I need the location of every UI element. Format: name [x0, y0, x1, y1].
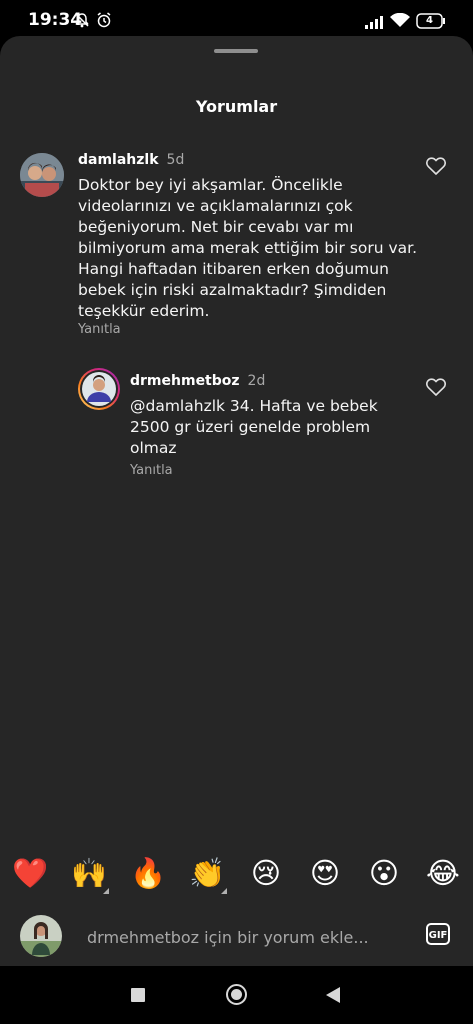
signal-icon [365, 14, 383, 33]
emoji-crying[interactable]: 😢 [248, 855, 284, 891]
gif-button[interactable]: GIF [426, 923, 450, 945]
avatar[interactable] [78, 368, 120, 410]
comment-text: Doktor bey iyi akşamlar. Öncelikle video… [78, 175, 418, 322]
comment-line: teşekkür ederim. [78, 302, 210, 320]
heart-icon[interactable] [426, 157, 446, 179]
username[interactable]: damlahzlk [78, 152, 159, 168]
skin-tone-indicator [221, 888, 227, 894]
comment-line: Hangi haftadan itibaren erken doğumun [78, 260, 389, 278]
comment-input-bar: drmehmetboz için bir yorum ekle... GIF [0, 912, 473, 964]
username[interactable]: drmehmetboz [130, 373, 240, 389]
wifi-icon [390, 12, 410, 32]
comment-line: beğeniyorum. Net bir cevabı var mı [78, 218, 354, 236]
battery-icon: 4 [416, 13, 446, 33]
comment-input[interactable]: drmehmetboz için bir yorum ekle... [87, 928, 369, 947]
reply-button[interactable]: Yanıtla [78, 322, 121, 337]
drag-handle[interactable] [214, 49, 258, 53]
emoji-heart[interactable]: ❤️ [12, 855, 48, 891]
avatar[interactable] [20, 153, 64, 197]
comment-line: Doktor bey iyi akşamlar. Öncelikle [78, 176, 343, 194]
heart-icon[interactable] [426, 378, 446, 400]
recents-button[interactable] [131, 988, 145, 1002]
comment-line: bilmiyorum ama merak ettiğim bir soru va… [78, 239, 418, 257]
comment-header: damlahzlk 5d [78, 149, 184, 168]
emoji-surprised[interactable]: 😮 [366, 855, 402, 891]
emoji-bar: ❤️ 🙌 🔥 👏 😢 😍 😮 😂 [0, 855, 473, 899]
sheet-title: Yorumlar [195, 97, 278, 116]
skin-tone-indicator [103, 888, 109, 894]
alarm-icon [96, 12, 112, 32]
notifications-off-icon [74, 12, 90, 32]
comment-header: drmehmetboz 2d [130, 370, 265, 389]
comment-text: @damlahzlk 34. Hafta ve bebek 2500 gr üz… [130, 396, 410, 459]
comment-line: @damlahzlk 34. Hafta ve bebek [130, 397, 378, 415]
emoji-heart-eyes[interactable]: 😍 [307, 855, 343, 891]
comment-line: videolarınızı ve açıklamalarınızı çok [78, 197, 353, 215]
comment-line: bebek için riski azalmaktadır? Şimdiden [78, 281, 387, 299]
home-button[interactable] [226, 984, 247, 1005]
back-button[interactable] [326, 987, 340, 1007]
navigation-bar [0, 966, 473, 1024]
emoji-clapping[interactable]: 👏 [189, 855, 225, 891]
emoji-fire[interactable]: 🔥 [130, 855, 166, 891]
emoji-raised-hands[interactable]: 🙌 [71, 855, 107, 891]
emoji-laughing[interactable]: 😂 [425, 855, 461, 891]
comment-line: olmaz [130, 439, 177, 457]
comment-line: 2500 gr üzeri genelde problem [130, 418, 371, 436]
comment-time: 2d [247, 373, 266, 389]
reply-button[interactable]: Yanıtla [130, 463, 173, 478]
battery-level: 4 [426, 15, 433, 26]
comment-time: 5d [166, 152, 185, 168]
comments-sheet: Yorumlar damlahzlk 5d Doktor bey iyi akşa… [0, 36, 473, 966]
current-user-avatar [20, 915, 62, 957]
status-bar: 19:34 4 [0, 0, 473, 40]
